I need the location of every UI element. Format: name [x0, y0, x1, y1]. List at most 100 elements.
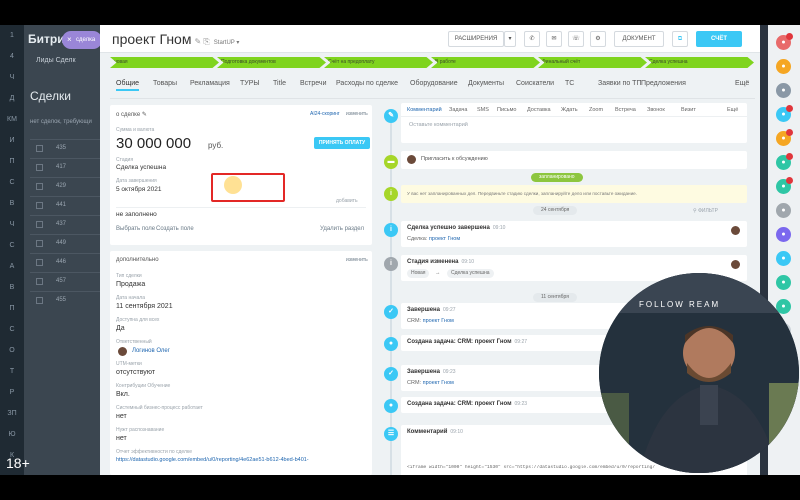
tab-item[interactable]: Заявки по ТП: [598, 80, 641, 87]
activity-tab[interactable]: Задача: [449, 107, 467, 113]
tab-item[interactable]: Расходы по сделке: [336, 80, 398, 87]
comment-input[interactable]: Оставьте комментарий: [409, 122, 468, 128]
user-icon[interactable]: ●: [776, 227, 791, 242]
fire-icon[interactable]: ●: [776, 59, 791, 74]
left-nav-item[interactable]: ЗП: [0, 403, 24, 424]
stage-item[interactable]: Сделка успешна: [645, 57, 754, 68]
about-change-link[interactable]: изменить: [346, 111, 368, 117]
mail-icon[interactable]: ✉: [546, 31, 562, 47]
deal-title: проект Гном ✎ ⎘ StartUP ▾: [112, 31, 239, 47]
left-nav-item[interactable]: А: [0, 256, 24, 277]
filter-button[interactable]: ⚲ ФИЛЬТР: [693, 208, 718, 214]
stage-item[interactable]: Финальный счёт: [538, 57, 647, 68]
delete-section-link[interactable]: Удалить раздел: [320, 226, 364, 232]
left-nav-item[interactable]: П: [0, 151, 24, 172]
responsible-link[interactable]: Логинов Олег: [132, 348, 170, 354]
tab-item[interactable]: Товары: [153, 80, 177, 87]
extensions-dropdown[interactable]: ▾: [504, 31, 516, 47]
ai-scoring-link[interactable]: AI24-скоринг: [310, 111, 340, 117]
group-icon[interactable]: ●: [776, 275, 791, 290]
activity-tab[interactable]: Ждать: [561, 107, 578, 113]
tab-item[interactable]: Документы: [468, 80, 504, 87]
webcam-poster-text: FOLLOW REAM: [639, 300, 720, 309]
tab-item[interactable]: Рекламация: [190, 80, 230, 87]
left-nav-item[interactable]: П: [0, 298, 24, 319]
left-nav-item[interactable]: Ю: [0, 424, 24, 445]
tab-item[interactable]: Соискатели: [516, 80, 554, 87]
tab-item[interactable]: Ещё: [735, 80, 749, 87]
left-nav-item[interactable]: Ч: [0, 67, 24, 88]
left-nav-item[interactable]: И: [0, 130, 24, 151]
left-nav-item[interactable]: С: [0, 172, 24, 193]
timeline-time: 09:27: [443, 307, 456, 313]
search-icon[interactable]: ●: [776, 83, 791, 98]
create-field-link[interactable]: Создать поле: [156, 226, 194, 232]
left-nav-item[interactable]: Ч: [0, 214, 24, 235]
tab-item[interactable]: Оборудование: [410, 80, 458, 87]
tab-item[interactable]: ТУРЫ: [240, 80, 260, 87]
left-nav-item[interactable]: С: [0, 319, 24, 340]
about-header: о сделке ✎: [116, 112, 147, 118]
edit-title-icon[interactable]: ✎ ⎘: [194, 37, 209, 46]
chat-icon[interactable]: ●: [776, 251, 791, 266]
left-nav-item[interactable]: Д: [0, 88, 24, 109]
timeline-title: Завершена 09:27: [407, 307, 456, 313]
deal-topbar: проект Гном ✎ ⎘ StartUP ▾ РАСШИРЕНИЯ ▾ ✆ ✉…: [100, 25, 760, 53]
timeline-deal-link[interactable]: проект Гном: [429, 236, 460, 242]
extensions-button[interactable]: РАСШИРЕНИЯ: [448, 31, 504, 47]
copy-link-icon[interactable]: ⧉: [672, 31, 688, 47]
activity-tab[interactable]: Доставка: [527, 107, 551, 113]
deal-category[interactable]: StartUP ▾: [214, 40, 240, 46]
accept-payment-button[interactable]: ПРИНЯТЬ ОПЛАТУ: [314, 137, 370, 149]
author-avatar: [731, 260, 740, 269]
close-date-value[interactable]: 5 октября 2021: [116, 186, 162, 193]
report-link[interactable]: https://datastudio.google.com/embed/u/0/…: [116, 457, 368, 463]
tab-item[interactable]: Title: [273, 80, 286, 87]
add-field-link[interactable]: добавить: [336, 198, 358, 204]
left-nav-item[interactable]: В: [0, 193, 24, 214]
timeline-deal-link[interactable]: проект Гном: [423, 318, 454, 324]
activity-tab[interactable]: Письмо: [497, 107, 516, 113]
activity-tab[interactable]: Комментарий: [407, 107, 442, 113]
stage-item[interactable]: новая: [110, 57, 219, 68]
chat-icon[interactable]: ☏: [568, 31, 584, 47]
invite-link[interactable]: Пригласить к обсуждению: [421, 156, 488, 162]
timeline-line: [390, 123, 392, 475]
left-nav-item[interactable]: Р: [0, 382, 24, 403]
tab-item[interactable]: Общие: [116, 80, 140, 91]
left-nav-item[interactable]: 1: [0, 25, 24, 46]
empty-value: не заполнено: [116, 211, 157, 218]
choose-field-link[interactable]: Выбрать поле: [116, 226, 155, 232]
tab-item[interactable]: Предложения: [641, 80, 686, 87]
activity-tab[interactable]: SMS: [477, 107, 489, 113]
timeline-title-text: Стадия изменена: [407, 259, 459, 265]
tab-item[interactable]: ТС: [565, 80, 574, 87]
stage-item[interactable]: В работе: [431, 57, 540, 68]
settings-icon[interactable]: ⚙: [590, 31, 606, 47]
document-button[interactable]: ДОКУМЕНТ: [614, 31, 664, 47]
left-nav-item[interactable]: О: [0, 340, 24, 361]
additional-change-link[interactable]: изменить: [346, 257, 368, 263]
timeline-item-icon: ●: [384, 337, 398, 351]
activity-tab[interactable]: Звонок: [647, 107, 665, 113]
activity-tab[interactable]: Ещё: [727, 107, 738, 113]
left-nav-item[interactable]: КМ: [0, 109, 24, 130]
left-nav-item[interactable]: Т: [0, 361, 24, 382]
tab-item[interactable]: Встречи: [300, 80, 327, 87]
lock-icon[interactable]: ●: [776, 203, 791, 218]
bg-row-checkbox: [36, 221, 43, 228]
invoice-button[interactable]: СЧЁТ: [696, 31, 742, 47]
phone-icon[interactable]: ✆: [524, 31, 540, 47]
bg-row-checkbox: [36, 183, 43, 190]
stage-item[interactable]: Подготовка документов: [217, 57, 326, 68]
left-nav-item[interactable]: В: [0, 277, 24, 298]
left-nav-item[interactable]: С: [0, 235, 24, 256]
bg-row-id: 435: [56, 145, 67, 151]
timeline-deal-link[interactable]: проект Гном: [423, 380, 454, 386]
activity-tab[interactable]: Визит: [681, 107, 696, 113]
left-nav-item[interactable]: 4: [0, 46, 24, 67]
stage-item[interactable]: Счёт на предоплату: [324, 57, 433, 68]
activity-tab[interactable]: Zoom: [589, 107, 603, 113]
activity-tab[interactable]: Встреча: [615, 107, 636, 113]
close-slider-button[interactable]: × сделка: [62, 31, 102, 49]
